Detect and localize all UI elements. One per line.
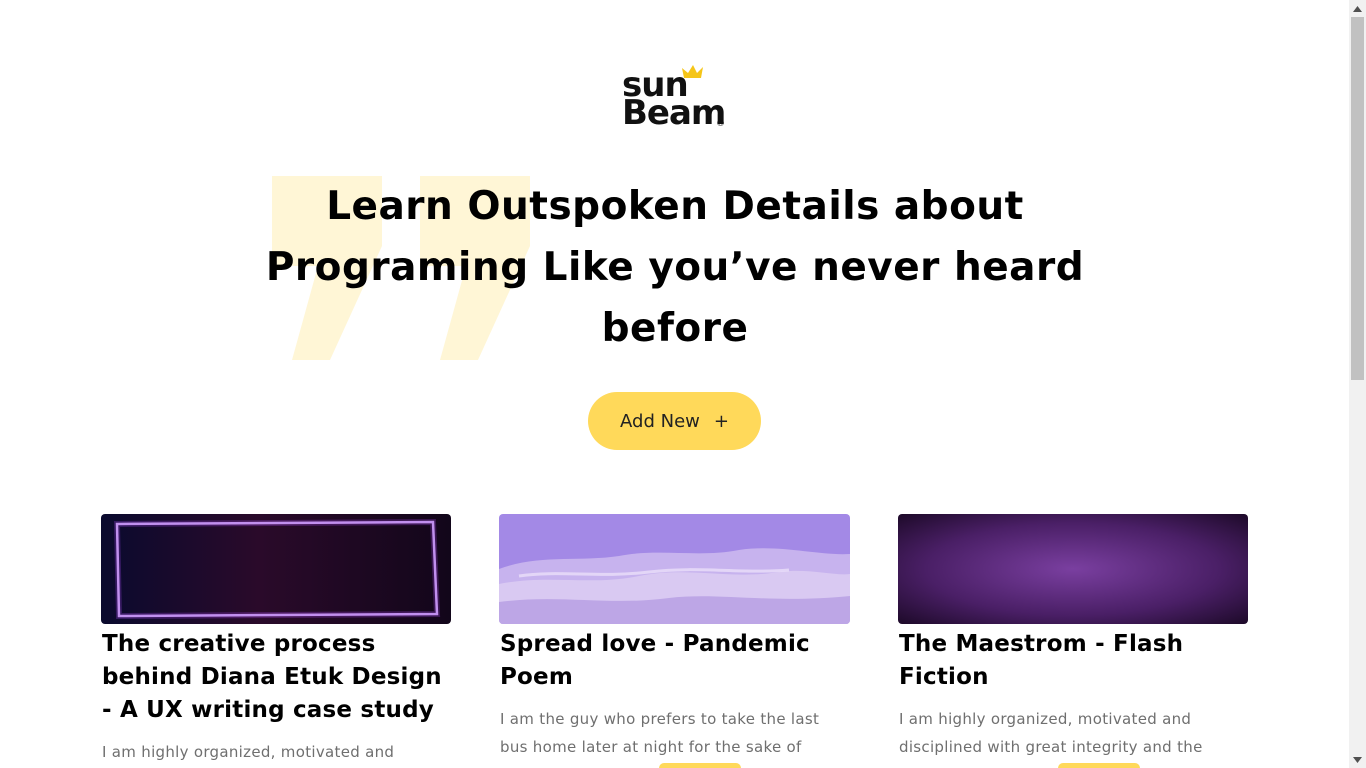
scroll-down-icon[interactable] bbox=[1349, 751, 1366, 768]
scroll-up-icon[interactable] bbox=[1349, 0, 1366, 17]
post-title[interactable]: Spread love - Pandemic Poem bbox=[500, 628, 850, 694]
post-excerpt: I am highly organized, motivated and dis… bbox=[899, 710, 1203, 768]
category-tag[interactable] bbox=[1058, 763, 1140, 768]
post-title[interactable]: The Maestrom - Flash Fiction bbox=[899, 628, 1248, 694]
category-tag[interactable] bbox=[659, 763, 741, 768]
post-excerpt: I am the guy who prefers to take the las… bbox=[500, 710, 820, 768]
vertical-scrollbar[interactable] bbox=[1349, 0, 1366, 768]
neon-frame-image bbox=[101, 514, 451, 624]
post-excerpt: I am highly organized, motivated and dis… bbox=[102, 743, 395, 761]
post-thumbnail[interactable] bbox=[898, 514, 1248, 624]
post-thumbnail[interactable] bbox=[499, 514, 850, 624]
add-new-label: Add New bbox=[620, 410, 700, 432]
post-card[interactable]: The creative process behind Diana Etuk D… bbox=[101, 514, 451, 768]
registered-mark: ® bbox=[716, 119, 725, 129]
clouds-image bbox=[499, 514, 850, 624]
hero-title: Learn Outspoken Details about Programing… bbox=[265, 184, 1085, 351]
logo-line-2: Beam bbox=[622, 93, 726, 133]
plus-icon: + bbox=[713, 410, 729, 432]
sunbeam-logo[interactable]: sun Beam ® bbox=[622, 64, 732, 134]
post-card[interactable]: Spread love - Pandemic Poem I am the guy… bbox=[499, 514, 850, 768]
add-new-button[interactable]: Add New + bbox=[588, 392, 761, 450]
post-card[interactable]: The Maestrom - Flash Fiction I am highly… bbox=[898, 514, 1248, 768]
crown-icon bbox=[682, 65, 703, 78]
scrollbar-thumb[interactable] bbox=[1351, 17, 1364, 380]
purple-texture-image bbox=[898, 514, 1248, 624]
post-thumbnail[interactable] bbox=[101, 514, 451, 624]
page: sun Beam ® Learn Outspoken Details about… bbox=[0, 0, 1349, 768]
post-title[interactable]: The creative process behind Diana Etuk D… bbox=[102, 628, 451, 727]
